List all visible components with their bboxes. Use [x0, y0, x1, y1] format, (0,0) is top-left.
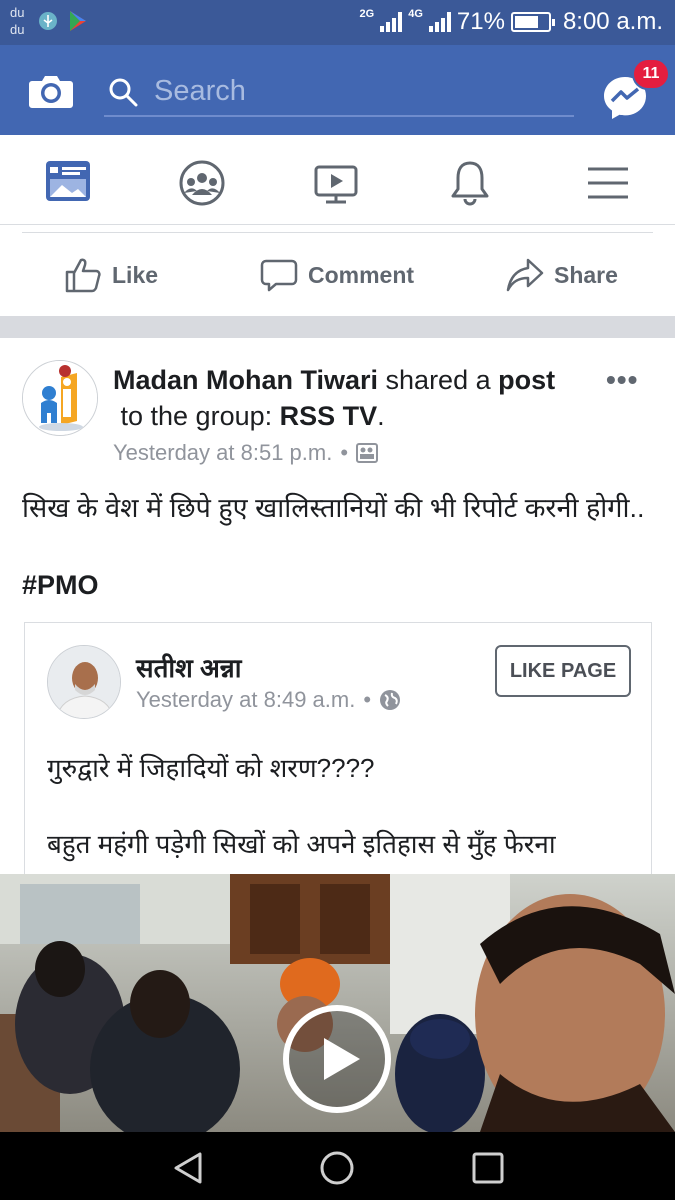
share-arrow-icon — [506, 258, 544, 292]
info-person-icon — [23, 361, 97, 435]
search-input[interactable]: Search — [104, 67, 574, 117]
like-button[interactable]: Like — [64, 256, 158, 294]
shared-text-2: to the group: — [113, 401, 280, 431]
shared-post-text-line-1: गुरुद्वारे में जिहादियों को शरण???? — [47, 753, 375, 783]
search-icon — [109, 78, 138, 107]
tab-menu[interactable] — [578, 153, 638, 213]
signal-icon — [380, 12, 403, 32]
clock: 8:00 a.m. — [562, 8, 663, 35]
messenger-badge: 11 — [632, 58, 670, 90]
shared-author-avatar[interactable] — [47, 645, 121, 719]
network-4g-label: 4G — [408, 8, 423, 20]
status-bar: du du 2G 4G 71% 8:00 a.m. — [0, 0, 675, 45]
shared-author-name[interactable]: सतीश अन्ना — [136, 649, 241, 685]
post-meta: Yesterday at 8:51 p.m. • — [113, 440, 379, 466]
post-link[interactable]: post — [498, 365, 555, 395]
shared-post-meta: Yesterday at 8:49 a.m. • — [136, 687, 401, 713]
carrier-label: du du — [10, 4, 24, 38]
comment-button[interactable]: Comment — [260, 256, 414, 294]
share-label: Share — [554, 261, 618, 288]
battery-icon — [510, 12, 555, 32]
home-icon[interactable] — [319, 1150, 355, 1186]
shared-post-timestamp[interactable]: Yesterday at 8:49 a.m. — [136, 687, 355, 713]
app-header: Search — [0, 45, 675, 135]
globe-icon — [380, 690, 401, 710]
hamburger-menu-icon — [588, 167, 628, 199]
play-button-icon[interactable] — [282, 1004, 392, 1114]
share-button[interactable]: Share — [506, 256, 618, 294]
carrier-line-1: du — [10, 5, 25, 20]
battery-fill — [514, 16, 538, 28]
post-timestamp[interactable]: Yesterday at 8:51 p.m. — [113, 440, 332, 466]
shared-text-1: shared a — [378, 365, 499, 395]
headline-period: . — [377, 401, 385, 431]
status-right: 2G 4G 71% 8:00 a.m. — [360, 8, 663, 36]
feed-separator — [0, 316, 675, 338]
more-options-button[interactable]: ••• — [606, 364, 638, 396]
tab-bar: 3 7 1 — [0, 135, 675, 313]
group-audience-icon — [356, 443, 379, 463]
news-feed-icon — [46, 161, 90, 201]
tab-watch[interactable] — [306, 153, 366, 213]
previous-post-actions: Like Comment Share — [0, 226, 675, 316]
group-link[interactable]: RSS TV — [280, 401, 378, 431]
hashtag-link[interactable]: #PMO — [22, 570, 99, 601]
camera-icon[interactable] — [28, 73, 74, 109]
search-placeholder: Search — [154, 75, 246, 107]
recents-icon[interactable] — [470, 1150, 506, 1186]
tab-notifications[interactable] — [440, 153, 500, 213]
system-nav-bar — [0, 1132, 675, 1200]
tab-news-feed[interactable] — [38, 153, 98, 213]
author-avatar[interactable] — [22, 360, 98, 436]
meta-dot: • — [363, 687, 372, 712]
post-text: सिख के वेश में छिपे हुए खालिस्तानियों की… — [22, 493, 645, 523]
comment-icon — [260, 259, 298, 292]
author-name-link[interactable]: Madan Mohan Tiwari — [113, 365, 378, 395]
feed-post: Madan Mohan Tiwari shared a post to the … — [0, 338, 675, 878]
post-headline: Madan Mohan Tiwari shared a post to the … — [113, 362, 593, 434]
like-page-button[interactable]: LIKE PAGE — [495, 645, 631, 697]
meta-dot: • — [340, 440, 349, 465]
video-thumbnail[interactable] — [0, 874, 675, 1132]
shared-post-card[interactable]: सतीश अन्ना Yesterday at 8:49 a.m. • LIKE… — [24, 622, 652, 878]
bell-icon — [451, 161, 489, 206]
profile-photo-icon — [48, 646, 120, 718]
like-label: Like — [112, 261, 159, 288]
groups-icon — [179, 160, 225, 206]
play-store-icon — [70, 11, 86, 31]
comment-label: Comment — [308, 261, 415, 288]
carrier-line-2: du — [10, 22, 25, 37]
tab-groups[interactable] — [172, 153, 232, 213]
network-2g-label: 2G — [359, 8, 375, 20]
leaf-app-icon — [39, 12, 57, 30]
back-icon[interactable] — [170, 1150, 206, 1186]
divider — [22, 232, 653, 233]
signal-icon-2 — [428, 12, 451, 32]
thumbs-up-icon — [65, 258, 101, 293]
watch-icon — [314, 165, 358, 204]
notification-icons — [38, 10, 88, 32]
shared-post-text-line-2: बहुत महंगी पड़ेगी सिखों को अपने इतिहास स… — [47, 829, 556, 859]
battery-percent: 71% — [456, 8, 505, 35]
